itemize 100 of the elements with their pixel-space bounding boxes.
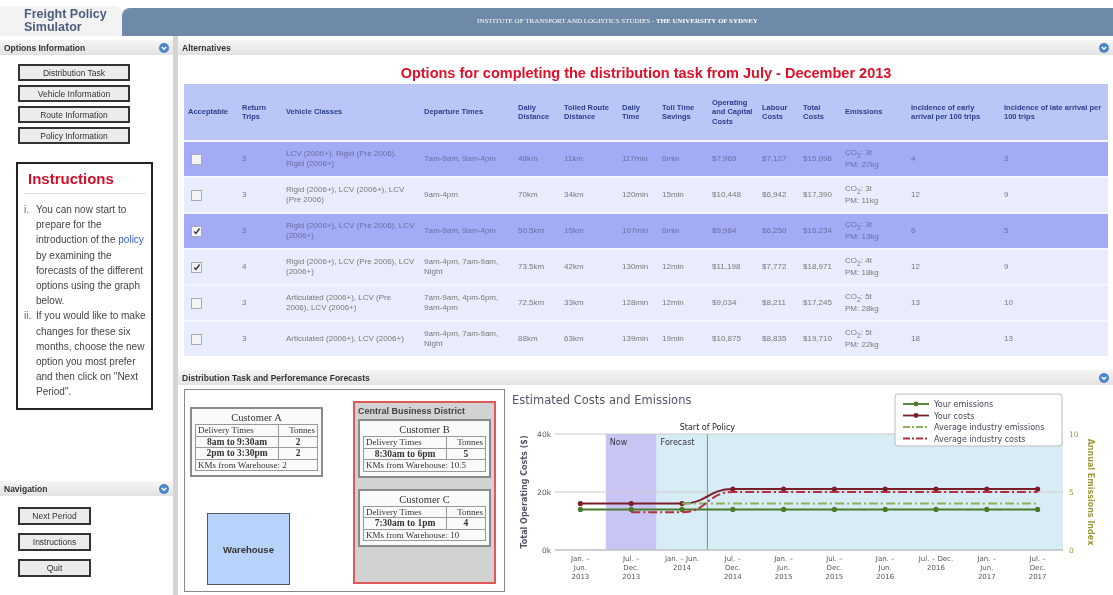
delivery-time: 2pm to 3:30pm xyxy=(195,447,279,459)
option-button[interactable]: Route Information xyxy=(18,106,130,123)
data-point xyxy=(984,486,990,492)
table-cell: 12min xyxy=(658,285,708,321)
table-row[interactable]: 3 Articulated (2006+), LCV (2006+) 9am-4pm, 7am-9am, Night 88km 63km 139min 19min $10,875 $8,835 $19,710 CO$_{2}$: 5t PM: 22kg 18 13 xyxy=(184,321,1108,356)
table-cell: 72.5km xyxy=(514,285,560,321)
table-cell: 120min xyxy=(618,177,658,213)
table-header-cell: Delivery Times xyxy=(195,424,279,436)
table-cell: Articulated (2006+), LCV (2006+) xyxy=(282,321,420,356)
table-row[interactable]: 4 Rigid (2006+), LCV (Pre 2006), LCV (2006+) 9am-4pm, 7am-9am, Night 73.5km 42km 130min 12min $11,198 $7,772 $18,971 CO$_{2}$: 4t PM: 18kg 12 9 xyxy=(184,249,1108,285)
tonnes-value: 2 xyxy=(278,436,318,448)
table-cell: CO$_{2}$: 3t PM: 11kg xyxy=(841,177,907,213)
legend-item[interactable]: Your costs xyxy=(902,411,975,421)
table-cell: CO$_{2}$: 5t PM: 28kg xyxy=(841,285,907,321)
table-cell: 9 xyxy=(1000,249,1108,285)
table-cell: Rigid (2006+), LCV (Pre 2006), LCV (2006+) xyxy=(282,213,420,249)
table-row[interactable]: 3 Rigid (2006+), LCV (2006+), LCV (Pre 2006) 9am-4pm 70km 34km 120min 15min $10,448 $6,942 $17,390 CO$_{2}$: 3t PM: 11kg 12 9 xyxy=(184,177,1108,213)
table-cell: 6min xyxy=(658,213,708,249)
table-cell: 6 xyxy=(907,213,1000,249)
tonnes-value: 4 xyxy=(446,517,486,529)
table-cell: 33km xyxy=(560,285,618,321)
table-cell: 12min xyxy=(658,249,708,285)
table-header-cell: Tonnes xyxy=(278,424,318,436)
panel-title: Alternatives xyxy=(182,42,231,53)
table-cell: 48km xyxy=(514,141,560,177)
table-cell: 12 xyxy=(907,249,1000,285)
legend-item[interactable]: Average industry costs xyxy=(902,434,1026,444)
policy-label: Start of Policy xyxy=(679,423,736,432)
table-cell: 13 xyxy=(907,285,1000,321)
table-header-cell: Delivery Times xyxy=(363,436,447,448)
table-cell: 18 xyxy=(907,321,1000,356)
table-cell: 88km xyxy=(514,321,560,356)
nav-button[interactable]: Quit xyxy=(18,559,91,577)
data-point xyxy=(831,486,837,492)
legend-label: Average industry emissions xyxy=(934,423,1045,432)
axis-title: Annual Emissions Index xyxy=(1086,438,1095,546)
acceptable-checkbox[interactable] xyxy=(191,333,202,345)
acceptable-checkbox[interactable] xyxy=(191,297,202,309)
data-point xyxy=(781,486,787,492)
table-cell: $6,942 xyxy=(758,177,799,213)
panel-title: Distribution Task and Perforemance Forecasts xyxy=(182,372,370,383)
instruction-text: You can now start to prepare for the introduction of the policy by examining the forecasts of the different options using the graph below. xyxy=(36,203,145,309)
policy-link[interactable]: policy xyxy=(118,234,144,246)
acceptable-checkbox[interactable] xyxy=(191,261,202,273)
option-button[interactable]: Distribution Task xyxy=(18,64,130,81)
table-cell: 50.5km xyxy=(514,213,560,249)
customer-name: Customer C xyxy=(398,493,451,506)
band-label: Now xyxy=(609,438,628,447)
collapse-icon[interactable] xyxy=(159,483,169,494)
table-cell: Rigid (2006+), LCV (2006+), LCV (Pre 2006) xyxy=(282,177,420,213)
distance-text: KMs from Warehouse: 10 xyxy=(363,529,486,541)
table-cell: 4 xyxy=(238,249,282,285)
table-cell: $16,234 xyxy=(799,213,841,249)
data-point xyxy=(831,506,837,512)
tonnes-value: 5 xyxy=(446,448,486,460)
data-point xyxy=(984,506,990,512)
customer-name: Customer B xyxy=(398,424,451,436)
option-button[interactable]: Vehicle Information xyxy=(18,85,130,102)
table-cell: 9am-4pm, 7am-9am, Night xyxy=(420,249,514,285)
table-cell: CO$_{2}$: 3t PM: 27kg xyxy=(841,141,907,177)
legend-item[interactable]: Average industry emissions xyxy=(902,423,1045,432)
table-header-cell: Tonnes xyxy=(446,506,486,518)
collapse-icon[interactable] xyxy=(1099,372,1109,383)
table-cell: $8,211 xyxy=(758,285,799,321)
data-point xyxy=(1035,506,1041,512)
table-cell: 13 xyxy=(1000,321,1108,356)
table-cell: $9,034 xyxy=(708,285,758,321)
table-cell: 19min xyxy=(658,321,708,356)
table-cell: $17,245 xyxy=(799,285,841,321)
option-button[interactable]: Policy Information xyxy=(18,127,130,144)
acceptable-checkbox[interactable] xyxy=(191,225,202,237)
nav-button[interactable]: Instructions xyxy=(18,533,91,551)
table-cell: $9,984 xyxy=(708,213,758,249)
nav-button[interactable]: Next Period xyxy=(18,507,91,525)
table-cell: 15km xyxy=(560,213,618,249)
table-cell: 4 xyxy=(907,141,1000,177)
acceptable-checkbox[interactable] xyxy=(191,189,202,201)
app-title-tab[interactable]: Freight Policy Simulator xyxy=(0,6,124,36)
table-cell: CO$_{2}$: 4t PM: 18kg xyxy=(841,249,907,285)
table-cell: 63km xyxy=(560,321,618,356)
data-point xyxy=(933,506,939,512)
table-cell: $17,390 xyxy=(799,177,841,213)
table-cell: $8,835 xyxy=(758,321,799,356)
delivery-time: 7:30am to 1pm xyxy=(363,517,447,529)
options-heading: Options for completing the distribution task from July - December 2013 xyxy=(399,64,893,82)
table-cell: $6,250 xyxy=(758,213,799,249)
table-row[interactable]: 3 Articulated (2006+), LCV (Pre 2006), LCV (2006+) 7am-9am, 4pm-6pm, 9am-4pm 72.5km 33km 128min 12min $9,034 $8,211 $17,245 CO$_{2}$: 5t PM: 28kg 13 10 xyxy=(184,285,1108,321)
table-cell: $10,448 xyxy=(708,177,758,213)
panel-title: Options Information xyxy=(4,42,86,53)
table-cell: 34km xyxy=(560,177,618,213)
acceptable-checkbox[interactable] xyxy=(191,153,202,165)
panel-title: Navigation xyxy=(4,483,48,494)
legend-item[interactable]: Your emissions xyxy=(902,400,994,409)
collapse-icon[interactable] xyxy=(159,42,169,53)
distance-text: KMs from Warehouse: 10.5 xyxy=(363,459,486,471)
table-cell: LCV (2006+), Rigid (Pre 2006), Rigid (2006+) xyxy=(282,141,420,177)
collapse-icon[interactable] xyxy=(1099,42,1109,53)
table-header-cell: Delivery Times xyxy=(363,506,447,518)
table-cell: $10,875 xyxy=(708,321,758,356)
table-cell: 3 xyxy=(238,285,282,321)
